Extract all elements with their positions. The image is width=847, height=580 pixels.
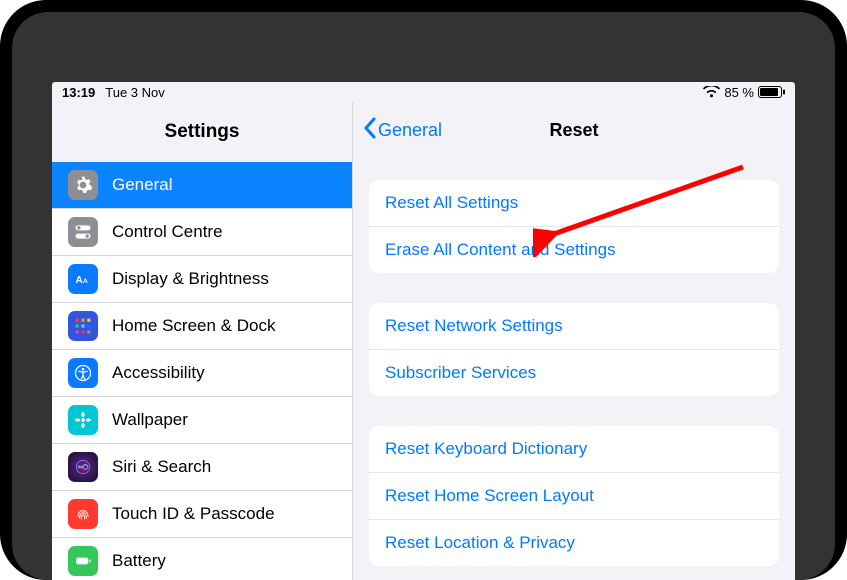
detail-pane: General Reset Reset All Settings Erase A… (352, 102, 795, 580)
svg-text:A: A (76, 275, 83, 286)
option-label: Erase All Content and Settings (385, 240, 616, 259)
sidebar-list: General Control Centre AA (52, 162, 352, 580)
sidebar-item-label: Siri & Search (112, 457, 211, 477)
split-view: Settings General (52, 102, 795, 580)
option-label: Subscriber Services (385, 363, 536, 382)
accessibility-icon (68, 358, 98, 388)
gear-icon (68, 170, 98, 200)
option-reset-all-settings[interactable]: Reset All Settings (369, 180, 779, 227)
sidebar-item-label: Touch ID & Passcode (112, 504, 275, 524)
sidebar-item-general[interactable]: General (52, 162, 352, 209)
sidebar-header: Settings (52, 102, 352, 162)
device-inner: 13:19 Tue 3 Nov 85 % Setti (12, 12, 835, 580)
battery-settings-icon (68, 546, 98, 576)
option-groups: Reset All Settings Erase All Content and… (353, 160, 795, 580)
sidebar: Settings General (52, 102, 352, 580)
option-reset-keyboard[interactable]: Reset Keyboard Dictionary (369, 426, 779, 473)
option-group: Reset Keyboard Dictionary Reset Home Scr… (369, 426, 779, 566)
status-bar: 13:19 Tue 3 Nov 85 % (52, 82, 795, 102)
option-group: Reset Network Settings Subscriber Servic… (369, 303, 779, 396)
sidebar-item-display-brightness[interactable]: AA Display & Brightness (52, 256, 352, 303)
screen: 13:19 Tue 3 Nov 85 % Setti (52, 82, 795, 580)
detail-header: General Reset (353, 102, 795, 160)
back-button[interactable]: General (363, 117, 442, 144)
sidebar-title: Settings (165, 121, 240, 143)
text-size-icon: AA (68, 264, 98, 294)
option-label: Reset Network Settings (385, 316, 563, 335)
option-label: Reset All Settings (385, 193, 518, 212)
battery-icon (758, 86, 785, 98)
option-label: Reset Home Screen Layout (385, 486, 594, 505)
status-date: Tue 3 Nov (105, 85, 165, 100)
sidebar-item-battery[interactable]: Battery (52, 538, 352, 580)
chevron-left-icon (363, 117, 376, 144)
sidebar-item-accessibility[interactable]: Accessibility (52, 350, 352, 397)
option-group: Reset All Settings Erase All Content and… (369, 180, 779, 273)
status-time: 13:19 (62, 85, 95, 100)
apps-grid-icon (68, 311, 98, 341)
fingerprint-icon (68, 499, 98, 529)
option-label: Reset Keyboard Dictionary (385, 439, 587, 458)
option-label: Reset Location & Privacy (385, 533, 575, 552)
back-label: General (378, 120, 442, 141)
sidebar-item-label: Control Centre (112, 222, 223, 242)
sidebar-item-siri-search[interactable]: Siri & Search (52, 444, 352, 491)
detail-title: Reset (549, 120, 598, 141)
sidebar-item-home-screen-dock[interactable]: Home Screen & Dock (52, 303, 352, 350)
option-reset-location-privacy[interactable]: Reset Location & Privacy (369, 520, 779, 566)
option-reset-home-screen[interactable]: Reset Home Screen Layout (369, 473, 779, 520)
wifi-icon (703, 86, 720, 98)
siri-icon (68, 452, 98, 482)
sidebar-item-label: Display & Brightness (112, 269, 269, 289)
sidebar-item-label: Home Screen & Dock (112, 316, 275, 336)
battery-percent: 85 % (724, 85, 754, 100)
sidebar-item-label: General (112, 175, 172, 195)
sidebar-item-touchid-passcode[interactable]: Touch ID & Passcode (52, 491, 352, 538)
device-frame: 13:19 Tue 3 Nov 85 % Setti (0, 0, 847, 580)
flower-icon (68, 405, 98, 435)
option-subscriber-services[interactable]: Subscriber Services (369, 350, 779, 396)
option-erase-all-content[interactable]: Erase All Content and Settings (369, 227, 779, 273)
status-left: 13:19 Tue 3 Nov (62, 85, 165, 100)
sidebar-item-control-centre[interactable]: Control Centre (52, 209, 352, 256)
sidebar-item-label: Wallpaper (112, 410, 188, 430)
sidebar-item-wallpaper[interactable]: Wallpaper (52, 397, 352, 444)
switches-icon (68, 217, 98, 247)
svg-text:A: A (83, 278, 88, 285)
status-right: 85 % (703, 85, 785, 100)
sidebar-item-label: Battery (112, 551, 166, 571)
option-reset-network[interactable]: Reset Network Settings (369, 303, 779, 350)
sidebar-item-label: Accessibility (112, 363, 205, 383)
